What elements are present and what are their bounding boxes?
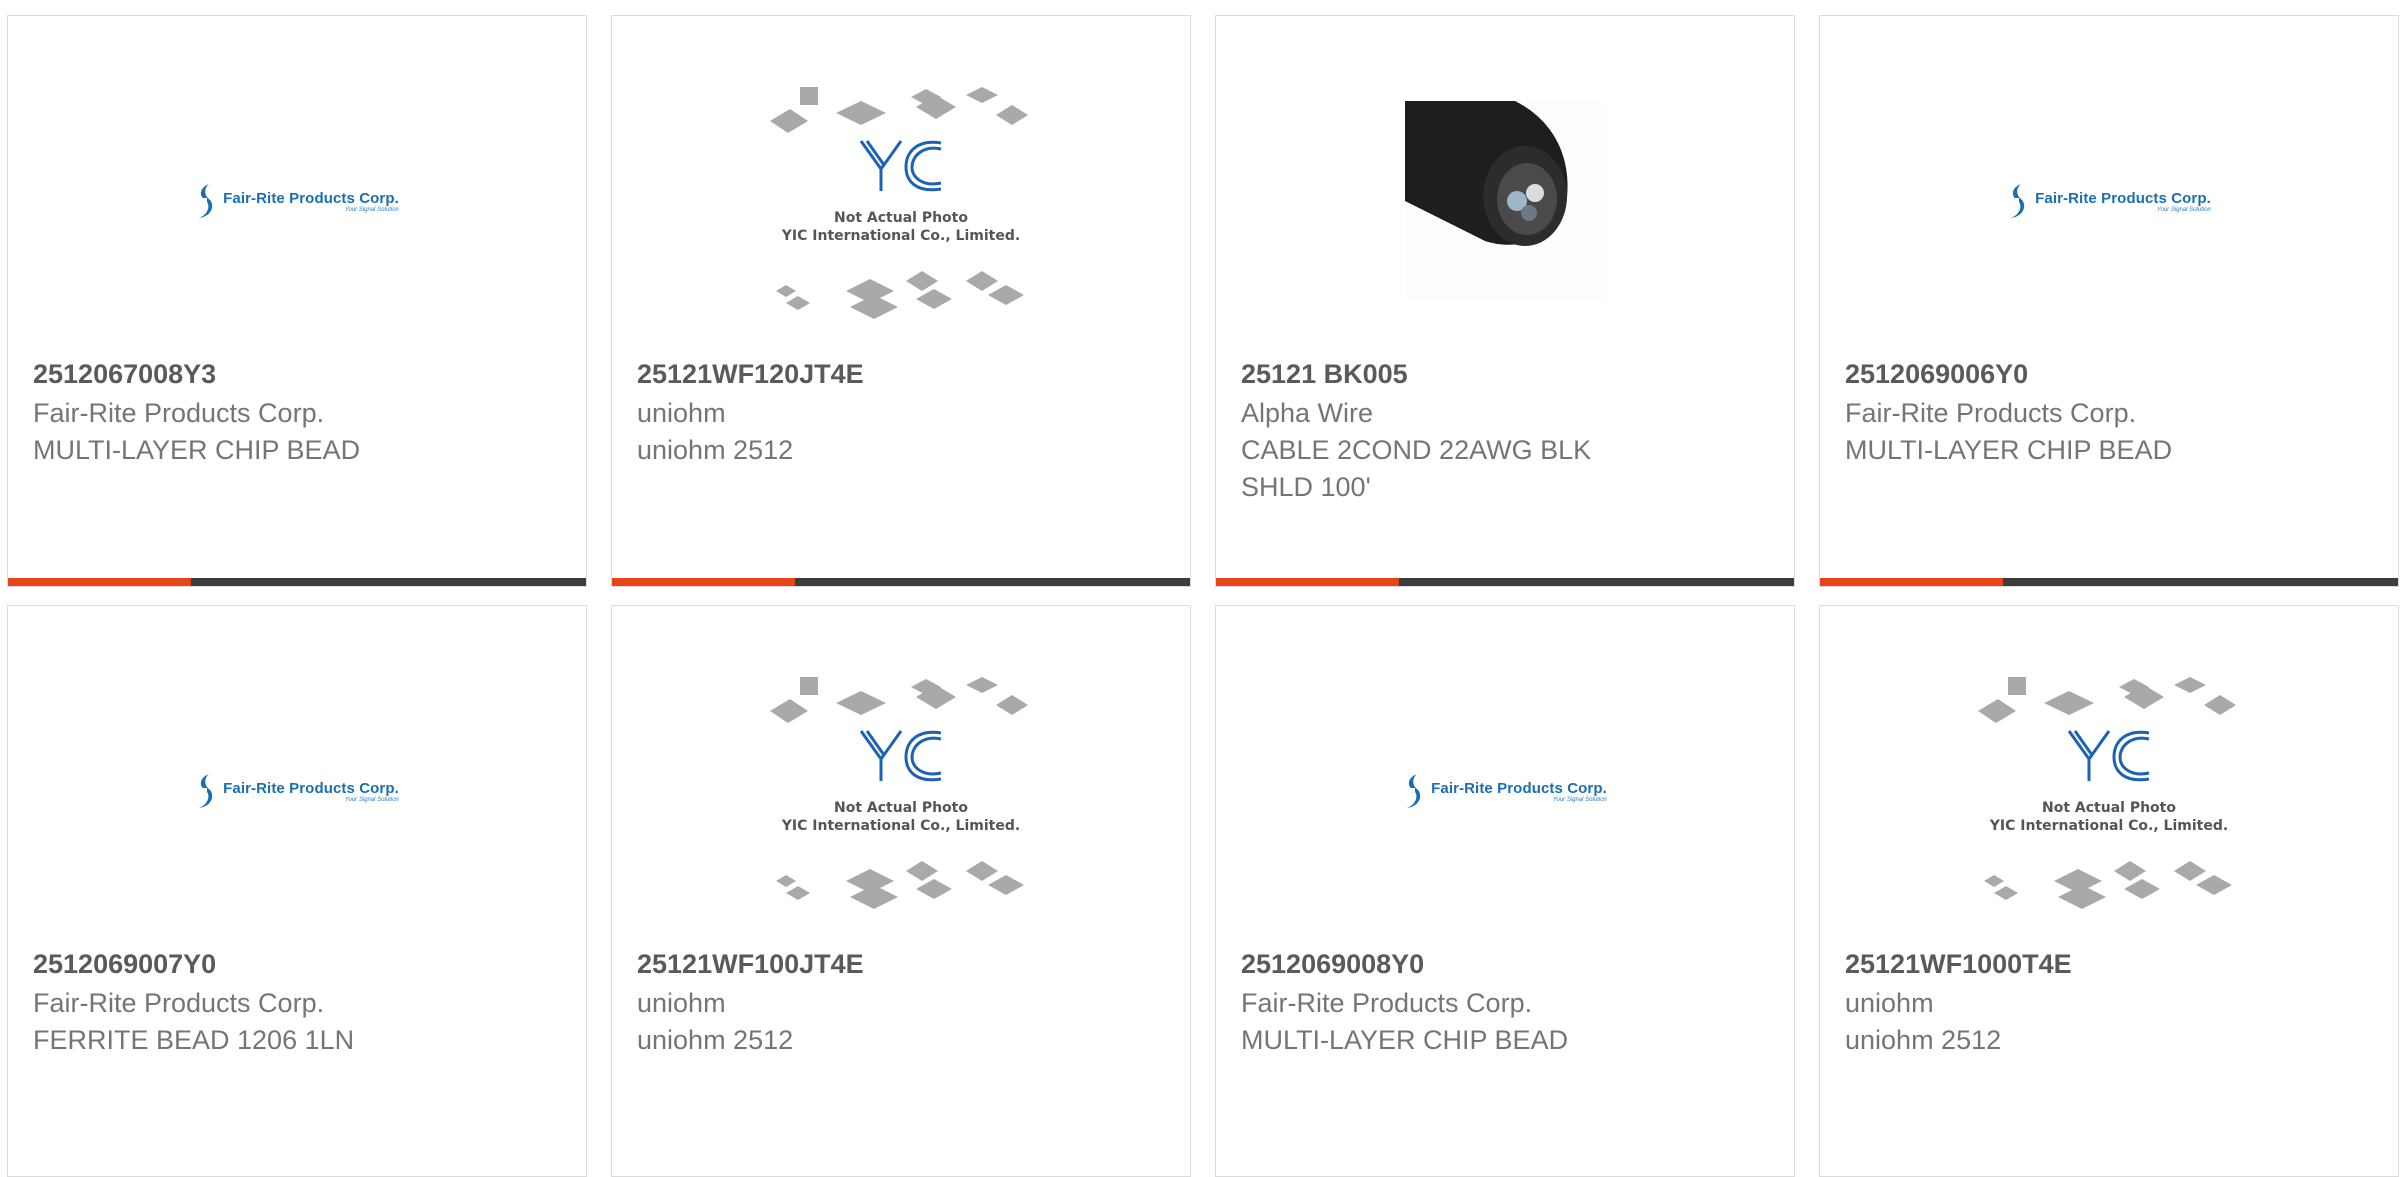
part-number[interactable]: 2512067008Y3 [33,356,561,393]
product-image[interactable] [1216,76,1794,326]
fair-rite-tagline: Your Signal Solution [344,796,399,803]
description: uniohm 2512 [1845,1025,2002,1055]
fair-rite-tagline: Your Signal Solution [2156,206,2211,213]
fair-rite-tagline: Your Signal Solution [1552,796,1607,803]
product-card[interactable]: Fair-Rite Products Corp. Your Signal Sol… [7,15,587,587]
part-number[interactable]: 2512069006Y0 [1845,356,2373,393]
description: MULTI-LAYER CHIP BEAD [33,435,361,465]
product-card[interactable]: 25121 BK005 Alpha Wire CABLE 2COND 22AWG… [1215,15,1795,587]
manufacturer: Fair-Rite Products Corp. [1241,988,1533,1018]
description: FERRITE BEAD 1206 1LN [33,1025,355,1055]
manufacturer: Fair-Rite Products Corp. [33,398,325,428]
product-image[interactable]: Fair-Rite Products Corp. Your Signal Sol… [1820,76,2398,326]
manufacturer: uniohm [1845,988,1934,1018]
yic-line1: Not Actual Photo [834,800,968,816]
fair-rite-name: Fair-Rite Products Corp. [2035,189,2211,207]
product-image[interactable]: Fair-Rite Products Corp. Your Signal Sol… [8,666,586,916]
card-footer-bar [612,578,1190,586]
part-number[interactable]: 25121 BK005 [1241,356,1769,393]
manufacturer: Alpha Wire [1241,398,1374,428]
yic-placeholder-image: Not Actual Photo YIC International Co., … [1974,671,2244,911]
part-number[interactable]: 25121WF1000T4E [1845,946,2373,983]
fair-rite-name: Fair-Rite Products Corp. [1431,779,1607,797]
description: MULTI-LAYER CHIP BEAD [1845,435,2173,465]
card-footer-bar [1820,578,2398,586]
product-card[interactable]: Not Actual Photo YIC International Co., … [611,605,1191,1177]
description: CABLE 2COND 22AWG BLK SHLD 100' [1241,435,1592,502]
card-footer-bar [1216,578,1794,586]
yic-placeholder-image: Not Actual Photo YIC International Co., … [766,81,1036,321]
yic-line2: YIC International Co., Limited. [781,228,1021,244]
fair-rite-logo: Fair-Rite Products Corp. Your Signal Sol… [1403,772,1607,810]
product-image[interactable]: Fair-Rite Products Corp. Your Signal Sol… [8,76,586,326]
product-image[interactable]: Not Actual Photo YIC International Co., … [1820,666,2398,916]
product-card[interactable]: Fair-Rite Products Corp. Your Signal Sol… [1819,15,2399,587]
product-grid: Fair-Rite Products Corp. Your Signal Sol… [0,0,2400,1177]
fair-rite-name: Fair-Rite Products Corp. [223,779,399,797]
product-card[interactable]: Fair-Rite Products Corp. Your Signal Sol… [7,605,587,1177]
product-image[interactable]: Not Actual Photo YIC International Co., … [612,666,1190,916]
description: uniohm 2512 [637,1025,794,1055]
fair-rite-name: Fair-Rite Products Corp. [223,189,399,207]
part-number[interactable]: 25121WF100JT4E [637,946,1165,983]
part-number[interactable]: 25121WF120JT4E [637,356,1165,393]
yic-line1: Not Actual Photo [2042,800,2176,816]
product-card[interactable]: Not Actual Photo YIC International Co., … [1819,605,2399,1177]
part-number[interactable]: 2512069007Y0 [33,946,561,983]
yic-line2: YIC International Co., Limited. [1989,818,2229,834]
manufacturer: Fair-Rite Products Corp. [33,988,325,1018]
description: uniohm 2512 [637,435,794,465]
part-number[interactable]: 2512069008Y0 [1241,946,1769,983]
fair-rite-tagline: Your Signal Solution [344,206,399,213]
fair-rite-logo: Fair-Rite Products Corp. Your Signal Sol… [2007,182,2211,220]
card-footer-bar [8,578,586,586]
cable-photo [1405,101,1605,301]
manufacturer: Fair-Rite Products Corp. [1845,398,2137,428]
yic-placeholder-image: Not Actual Photo YIC International Co., … [766,671,1036,911]
manufacturer: uniohm [637,988,726,1018]
description: MULTI-LAYER CHIP BEAD [1241,1025,1569,1055]
product-card[interactable]: Fair-Rite Products Corp. Your Signal Sol… [1215,605,1795,1177]
product-image[interactable]: Fair-Rite Products Corp. Your Signal Sol… [1216,666,1794,916]
fair-rite-logo: Fair-Rite Products Corp. Your Signal Sol… [195,182,399,220]
fair-rite-logo: Fair-Rite Products Corp. Your Signal Sol… [195,772,399,810]
product-image[interactable]: Not Actual Photo YIC International Co., … [612,76,1190,326]
manufacturer: uniohm [637,398,726,428]
yic-line1: Not Actual Photo [834,210,968,226]
yic-line2: YIC International Co., Limited. [781,818,1021,834]
product-card[interactable]: Not Actual Photo YIC International Co., … [611,15,1191,587]
